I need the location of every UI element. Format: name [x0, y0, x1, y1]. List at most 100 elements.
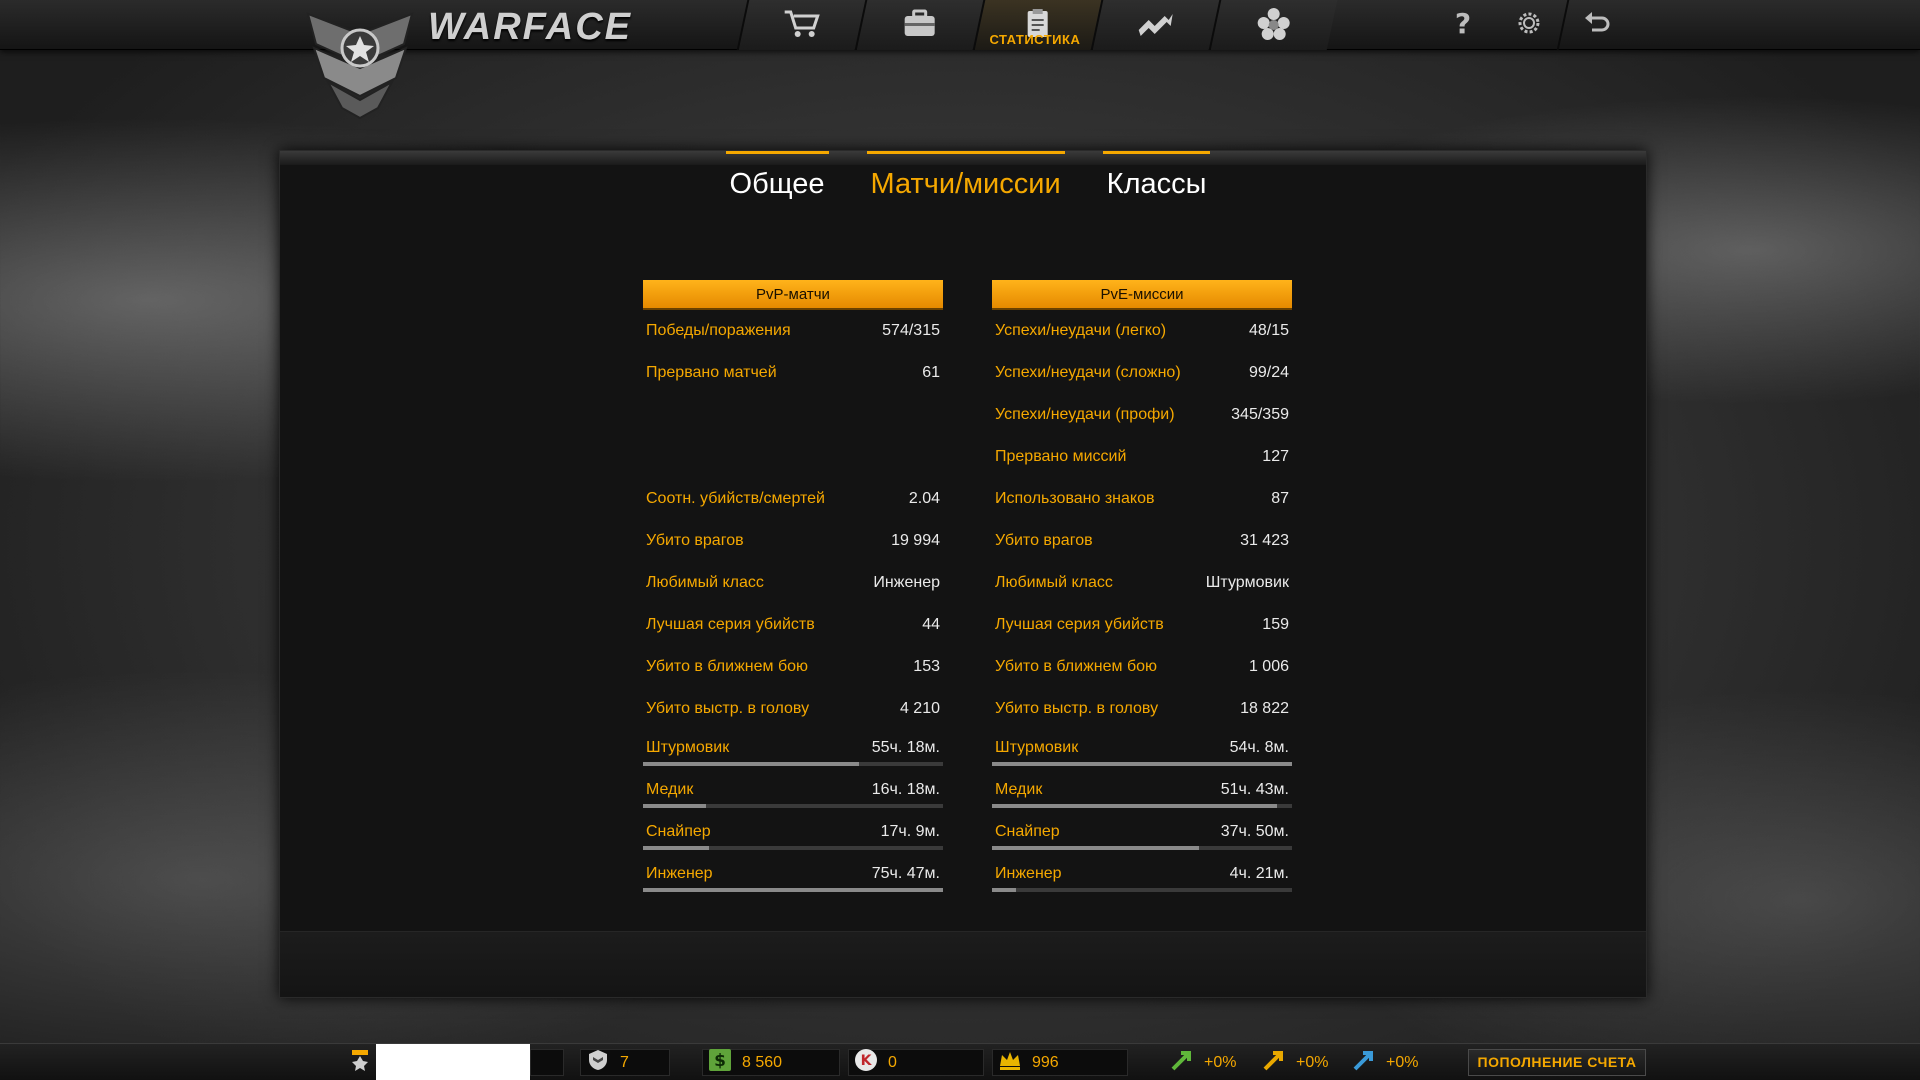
class-time-row: Снайпер 17ч. 9м.: [643, 814, 943, 856]
pvp-header: PvP-матчи: [643, 280, 943, 310]
stat-label: Убито в ближнем бою: [646, 658, 809, 675]
class-time-bar: [643, 762, 943, 766]
stat-row: Победы/поражения 574/315: [643, 310, 943, 352]
tab-classes[interactable]: Классы: [1102, 151, 1211, 201]
class-time-bar-fill: [643, 762, 859, 766]
stat-row: Убито врагов 31 423: [992, 520, 1292, 562]
stat-value: 574/315: [882, 322, 940, 339]
logo-text: WARFACE: [428, 6, 632, 48]
top-up-account-button[interactable]: ПОПОЛНЕНИЕ СЧЕТА: [1468, 1049, 1646, 1076]
badge-shield-icon: [586, 1048, 620, 1077]
money-boost-arrow-icon: [1262, 1048, 1296, 1077]
stat-label: Убито в ближнем бою: [995, 658, 1158, 675]
crowns-value: 996: [1032, 1053, 1059, 1071]
panel-footer: [280, 931, 1646, 997]
settings-button[interactable]: [1496, 0, 1562, 50]
xp-boost-indicator[interactable]: +0%: [1170, 1044, 1236, 1080]
help-button[interactable]: ?: [1430, 0, 1496, 50]
vp-boost-indicator[interactable]: +0%: [1352, 1044, 1418, 1080]
class-time-bar: [992, 888, 1292, 892]
xp-boost-arrow-icon: [1170, 1048, 1204, 1077]
vp-boost-arrow-icon: [1352, 1048, 1386, 1077]
money-dollar-icon: $: [708, 1048, 742, 1077]
class-label: Штурмовик: [995, 739, 1079, 756]
class-time: 17ч. 9м.: [880, 823, 940, 840]
stat-label: Успехи/неудачи (легко): [995, 322, 1167, 339]
empty-row: [643, 394, 943, 436]
nav-shop-button[interactable]: [736, 0, 866, 50]
stat-value: 153: [913, 658, 940, 675]
badges-value: 7: [620, 1053, 629, 1071]
stat-value: 2.04: [908, 490, 940, 507]
class-time-bar-fill: [992, 762, 1292, 766]
exit-button[interactable]: [1564, 0, 1630, 50]
tab-matches-missions[interactable]: Матчи/миссии: [866, 151, 1065, 201]
clan-icon: [1254, 6, 1294, 47]
class-label: Медик: [646, 781, 694, 798]
class-time-row: Штурмовик 54ч. 8м.: [992, 730, 1292, 772]
stat-label: Прервано матчей: [646, 364, 777, 381]
stat-value: 99/24: [1248, 364, 1289, 381]
stat-row: Убито выстр. в голову 18 822: [992, 688, 1292, 730]
money-boost-indicator[interactable]: +0%: [1262, 1044, 1328, 1080]
class-time: 75ч. 47м.: [871, 865, 940, 882]
stat-row: Прервано миссий 127: [992, 436, 1292, 478]
stat-label: Лучшая серия убийств: [995, 616, 1164, 633]
class-time: 51ч. 43м.: [1220, 781, 1289, 798]
top-bar: WARFACE СТАТИСТИКА ?: [0, 0, 1920, 50]
stat-row: Лучшая серия убийств 159: [992, 604, 1292, 646]
warface-emblem-logo: [300, 4, 420, 120]
player-name-box: [376, 1044, 530, 1080]
class-time-bar-fill: [992, 804, 1277, 808]
tab-general[interactable]: Общее: [725, 151, 829, 201]
class-time-bar-fill: [992, 846, 1199, 850]
class-time-bar: [643, 846, 943, 850]
money-counter[interactable]: $ 8 560: [708, 1044, 782, 1080]
class-time-row: Медик 16ч. 18м.: [643, 772, 943, 814]
class-time-row: Штурмовик 55ч. 18м.: [643, 730, 943, 772]
svg-text:K: K: [861, 1053, 873, 1069]
stat-label: Убито выстр. в голову: [995, 700, 1159, 717]
stat-row: Убито врагов 19 994: [643, 520, 943, 562]
stat-value: 48/15: [1248, 322, 1289, 339]
exit-back-icon: [1582, 8, 1612, 43]
stat-row: Успехи/неудачи (профи) 345/359: [992, 394, 1292, 436]
class-time-bar-fill: [643, 804, 706, 808]
stat-label: Использовано знаков: [995, 490, 1155, 507]
stat-value: 44: [922, 616, 940, 633]
empty-row: [643, 436, 943, 478]
bottom-status-bar: 7 $ 8 560 K 0 996 +0% +0% +0% ПОПОЛНЕНИЕ…: [0, 1043, 1920, 1080]
nav-statistics-label: СТАТИСТИКА: [989, 32, 1081, 47]
stat-row: Убито в ближнем бою 1 006: [992, 646, 1292, 688]
nav-statistics-button[interactable]: СТАТИСТИКА: [972, 0, 1102, 50]
nav-clan-button[interactable]: [1208, 0, 1338, 50]
crown-icon: [998, 1048, 1032, 1077]
stat-row: Лучшая серия убийств 44: [643, 604, 943, 646]
badges-counter[interactable]: 7: [586, 1044, 629, 1080]
crowns-counter[interactable]: 996: [998, 1044, 1059, 1080]
nav-achievements-button[interactable]: [1090, 0, 1220, 50]
money-value: 8 560: [742, 1053, 783, 1071]
stats-tabs: Общее Матчи/миссии Классы: [280, 151, 1646, 211]
class-label: Штурмовик: [646, 739, 730, 756]
utility-icons: ?: [1430, 0, 1630, 50]
pve-stats-column: PvE-миссии Успехи/неудачи (легко) 48/15 У…: [992, 280, 1292, 898]
stat-value: Штурмовик: [1205, 574, 1289, 591]
stat-row: Любимый класс Инженер: [643, 562, 943, 604]
money-boost-value: +0%: [1296, 1053, 1329, 1071]
stat-value: 127: [1262, 448, 1289, 465]
class-time: 16ч. 18м.: [871, 781, 940, 798]
stat-row: Соотн. убийств/смертей 2.04: [643, 478, 943, 520]
stat-value: 159: [1262, 616, 1289, 633]
kredits-counter[interactable]: K 0: [854, 1044, 897, 1080]
svg-text:?: ?: [1455, 8, 1471, 38]
class-time-row: Медик 51ч. 43м.: [992, 772, 1292, 814]
shop-cart-icon: [782, 6, 822, 47]
inventory-case-icon: [900, 6, 940, 47]
settings-gear-icon: [1514, 8, 1544, 43]
class-label: Инженер: [995, 865, 1062, 882]
class-time-bar: [992, 804, 1292, 808]
stat-value: Инженер: [873, 574, 940, 591]
nav-inventory-button[interactable]: [854, 0, 984, 50]
svg-text:$: $: [714, 1051, 726, 1071]
